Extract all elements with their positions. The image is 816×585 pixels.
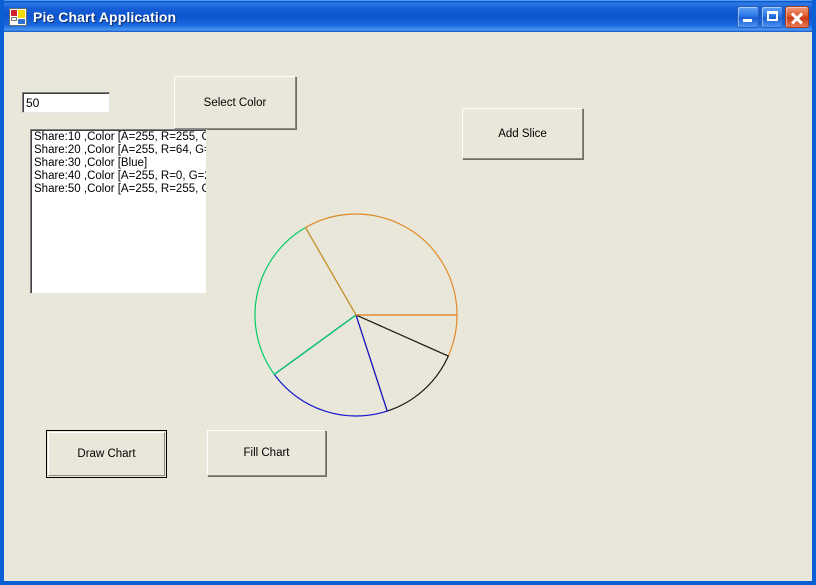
fill-chart-button-label: Fill Chart xyxy=(243,447,290,459)
list-item[interactable]: Share:10 ,Color [A=255, R=255, G= xyxy=(33,131,206,144)
minimize-button[interactable] xyxy=(737,5,759,28)
select-color-button[interactable]: Select Color xyxy=(174,76,296,129)
share-input[interactable] xyxy=(22,92,110,113)
slices-listbox[interactable]: Share:10 ,Color [A=255, R=255, G= Share:… xyxy=(30,129,207,294)
pie-chart-svg xyxy=(254,213,458,417)
list-item[interactable]: Share:20 ,Color [A=255, R=64, G=0, xyxy=(33,144,206,157)
window-title: Pie Chart Application xyxy=(33,8,177,25)
window-controls xyxy=(737,5,812,28)
list-item[interactable]: Share:30 ,Color [Blue] xyxy=(33,157,206,170)
add-slice-button-label: Add Slice xyxy=(498,127,547,140)
draw-chart-button-label: Draw Chart xyxy=(77,448,136,460)
maximize-icon xyxy=(767,10,778,21)
pie-slices xyxy=(254,213,458,417)
list-item[interactable]: Share:40 ,Color [A=255, R=0, G=25 xyxy=(33,170,206,183)
form-client-area: Select Color Add Slice Share:10 ,Color [… xyxy=(4,32,812,581)
select-color-button-label: Select Color xyxy=(203,96,267,109)
fill-chart-button[interactable]: Fill Chart xyxy=(207,430,326,476)
close-button[interactable] xyxy=(785,5,809,28)
pie-chart-graphic xyxy=(244,194,474,424)
application-window: Pie Chart Application Select Color Add S… xyxy=(0,0,816,585)
title-bar[interactable]: Pie Chart Application xyxy=(0,0,816,32)
draw-chart-button[interactable]: Draw Chart xyxy=(46,430,167,478)
pie-slice-share-20 xyxy=(355,313,450,412)
pie-slice-share-30 xyxy=(273,314,388,417)
add-slice-button[interactable]: Add Slice xyxy=(462,108,583,159)
pie-chart-app-icon xyxy=(9,7,27,26)
pie-slice-share-40 xyxy=(254,226,357,376)
list-item[interactable]: Share:50 ,Color [A=255, R=255, G= xyxy=(33,183,206,196)
minimize-icon xyxy=(743,18,752,22)
maximize-button[interactable] xyxy=(761,5,783,28)
pie-slice-share-50 xyxy=(304,213,458,316)
